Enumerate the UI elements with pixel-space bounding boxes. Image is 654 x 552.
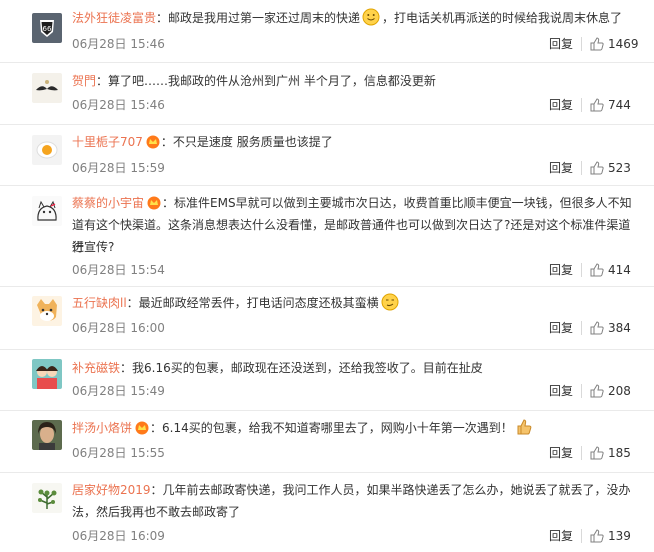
username-link[interactable]: 补充磁铁	[72, 361, 120, 375]
svg-text:66: 66	[43, 25, 52, 33]
like-count: 1469	[608, 37, 639, 51]
comment-text: ：几年前去邮政寄快递，我问工作人员，如果半路快递丢了怎么办，她说丢了就丢了，没办	[150, 483, 631, 497]
thumbs-up-icon	[590, 529, 604, 543]
username-link[interactable]: 蔡蔡的小宇宙	[72, 196, 144, 210]
like-button[interactable]: 744	[590, 97, 631, 113]
thumbs-up-icon	[590, 98, 604, 112]
comment-list: 66 法外狂徒凌富贵：邮政是我用过第一家还过周末的快递 ，打电话关机再派送的时候给…	[0, 0, 654, 552]
cat-sketch-avatar-icon[interactable]	[32, 196, 62, 226]
like-count: 744	[608, 98, 631, 112]
comment-text-line2: 法，然后我再也不敢去邮政寄了	[72, 505, 241, 519]
like-button[interactable]: 414	[590, 262, 631, 278]
comment-text-line3: 行宣传?	[72, 240, 115, 254]
smile-emoji-icon	[362, 8, 380, 26]
couple-avatar-icon[interactable]	[32, 359, 62, 389]
username-link[interactable]: 拌汤小烙饼	[72, 421, 132, 435]
username-link[interactable]: 法外狂徒凌富贵	[72, 11, 156, 25]
divider	[581, 37, 582, 51]
comment-item: 五行缺肉ll：最近邮政经常丢件，打电话问态度还极其蛮横 06月28日 16:00…	[0, 287, 654, 350]
thumbs-up-icon	[590, 446, 604, 460]
like-count: 185	[608, 446, 631, 460]
divider	[581, 263, 582, 277]
like-button[interactable]: 523	[590, 160, 631, 176]
comment-text: ：算了吧……我邮政的件从沧州到广州 半个月了，信息都没更新	[96, 74, 436, 88]
like-button[interactable]: 185	[590, 445, 631, 461]
reply-button[interactable]: 回复	[549, 36, 573, 52]
comment-item: 蔡蔡的小宇宙 ：标准件EMS早就可以做到主要城市次日达，收费首重比顺丰便宜一块钱，…	[0, 186, 654, 287]
plant-avatar-icon[interactable]	[32, 483, 62, 513]
like-button[interactable]: 208	[590, 383, 631, 399]
divider	[581, 529, 582, 543]
comment-text-tail: ，打电话关机再派送的时候给我说周末休息了	[382, 11, 623, 25]
reply-button[interactable]: 回复	[549, 445, 573, 461]
like-count: 523	[608, 161, 631, 175]
comment-time: 06月28日 15:54	[72, 263, 165, 277]
reply-button[interactable]: 回复	[549, 262, 573, 278]
username-link[interactable]: 居家好物2019	[72, 483, 151, 497]
comment-time: 06月28日 15:59	[72, 161, 165, 175]
divider	[581, 384, 582, 398]
thumb-emoji-icon	[517, 419, 532, 435]
thumbs-up-icon	[590, 37, 604, 51]
portrait-avatar-icon[interactable]	[32, 420, 62, 450]
username-link[interactable]: 五行缺肉ll	[72, 296, 127, 310]
crown-badge-icon	[146, 135, 160, 149]
thumbs-up-icon	[590, 263, 604, 277]
like-count: 384	[608, 321, 631, 335]
route66-avatar-icon[interactable]: 66	[32, 13, 62, 43]
reply-button[interactable]: 回复	[549, 528, 573, 544]
divider	[581, 98, 582, 112]
username-link[interactable]: 十里栀子707	[72, 135, 143, 149]
crown-badge-icon	[135, 421, 149, 435]
comment-item: 拌汤小烙饼 ：6.14买的包裹，给我不知道寄哪里去了，网购小十年第一次遇到！ 06…	[0, 411, 654, 473]
thumbs-up-icon	[590, 384, 604, 398]
comment-item: 居家好物2019：几年前去邮政寄快递，我问工作人员，如果半路快递丢了怎么办，她说…	[0, 473, 654, 552]
divider	[581, 161, 582, 175]
comment-time: 06月28日 15:46	[72, 98, 165, 112]
comment-item: 66 法外狂徒凌富贵：邮政是我用过第一家还过周末的快递 ，打电话关机再派送的时候给…	[0, 0, 654, 63]
comment-time: 06月28日 16:09	[72, 529, 165, 543]
comment-item: 贺門：算了吧……我邮政的件从沧州到广州 半个月了，信息都没更新 06月28日 1…	[0, 63, 654, 125]
like-button[interactable]: 384	[590, 320, 631, 336]
crown-badge-icon	[147, 196, 161, 210]
reply-button[interactable]: 回复	[549, 97, 573, 113]
shiba-avatar-icon[interactable]	[32, 296, 62, 326]
comment-text: ：6.14买的包裹，给我不知道寄哪里去了，网购小十年第一次遇到！	[150, 421, 513, 435]
reply-button[interactable]: 回复	[549, 320, 573, 336]
like-button[interactable]: 139	[590, 528, 631, 544]
like-button[interactable]: 1469	[590, 36, 639, 52]
egg-avatar-icon[interactable]	[32, 135, 62, 165]
comment-item: 补充磁铁：我6.16买的包裹，邮政现在还没送到，还给我签收了。目前在扯皮 06月…	[0, 350, 654, 411]
comment-text: ：标准件EMS早就可以做到主要城市次日达，收费首重比顺丰便宜一块钱，但很多人不知	[162, 196, 632, 210]
divider	[581, 446, 582, 460]
thumbs-up-icon	[590, 161, 604, 175]
reply-button[interactable]: 回复	[549, 383, 573, 399]
comment-item: 十里栀子707 ：不只是速度 服务质量也该提了 06月28日 15:59 回复 5…	[0, 125, 654, 186]
comment-text: ：最近邮政经常丢件，打电话问态度还极其蛮横	[126, 296, 379, 310]
comment-time: 06月28日 15:46	[72, 37, 165, 51]
reply-button[interactable]: 回复	[549, 160, 573, 176]
like-count: 139	[608, 529, 631, 543]
comment-text: ：邮政是我用过第一家还过周末的快递	[156, 11, 361, 25]
comment-time: 06月28日 16:00	[72, 321, 165, 335]
comment-text: ：我6.16买的包裹，邮政现在还没送到，还给我签收了。目前在扯皮	[120, 361, 483, 375]
divider	[581, 321, 582, 335]
comment-time: 06月28日 15:49	[72, 384, 165, 398]
like-count: 414	[608, 263, 631, 277]
comment-text: ：不只是速度 服务质量也该提了	[160, 135, 333, 149]
like-count: 208	[608, 384, 631, 398]
username-link[interactable]: 贺門	[72, 74, 96, 88]
comment-time: 06月28日 15:55	[72, 446, 165, 460]
mustache-avatar-icon[interactable]	[32, 73, 62, 103]
thumbs-up-icon	[590, 321, 604, 335]
smirk-emoji-icon	[381, 293, 399, 311]
